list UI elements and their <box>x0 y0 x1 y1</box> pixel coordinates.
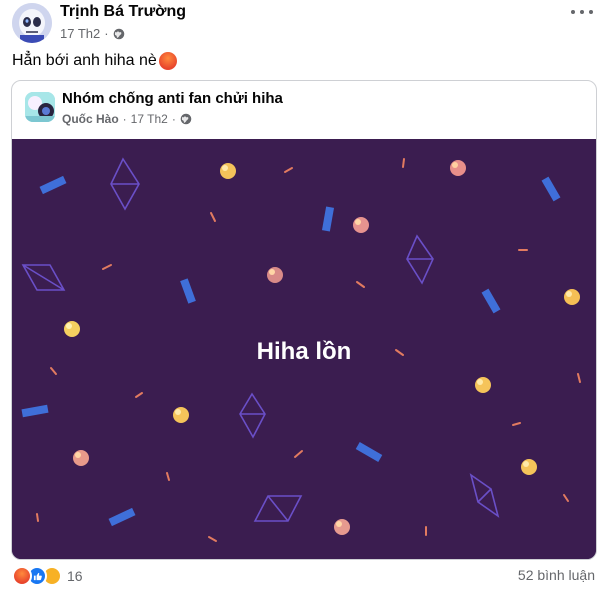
shared-date[interactable]: 17 Th2 <box>131 112 168 126</box>
more-options-button[interactable] <box>571 6 593 18</box>
more-dot-icon <box>571 10 575 14</box>
more-dot-icon <box>589 10 593 14</box>
confetti-background: Hiha lồn <box>12 139 596 559</box>
meta-separator: · <box>171 112 176 126</box>
image-text: Hiha lồn <box>257 338 352 365</box>
angry-reaction-icon <box>12 566 32 586</box>
post-date[interactable]: 17 Th2 <box>60 26 100 41</box>
group-avatar[interactable] <box>25 92 55 122</box>
globe-icon[interactable] <box>113 28 125 40</box>
reactions-summary[interactable]: 16 <box>12 566 83 586</box>
thumbs-up-icon <box>33 572 42 580</box>
globe-icon[interactable] <box>180 113 192 125</box>
meta-separator: · <box>104 26 109 41</box>
caption-text: Hẳn bới anh hiha nè <box>12 52 157 69</box>
author-avatar[interactable] <box>12 3 52 43</box>
group-name[interactable]: Nhóm chống anti fan chửi hiha <box>62 90 283 107</box>
post-caption: Hẳn bới anh hiha nè <box>12 52 177 70</box>
post-meta: 17 Th2 · <box>60 26 125 41</box>
shared-meta: Quốc Hào · 17 Th2 · <box>62 112 192 126</box>
reaction-count[interactable]: 16 <box>67 568 83 584</box>
author-name[interactable]: Trịnh Bá Trường <box>60 3 186 21</box>
shared-author[interactable]: Quốc Hào <box>62 112 119 126</box>
shared-post-card[interactable]: Nhóm chống anti fan chửi hiha Quốc Hào ·… <box>11 80 597 560</box>
more-dot-icon <box>580 10 584 14</box>
skull-avatar-icon <box>12 3 52 43</box>
meta-separator: · <box>122 112 127 126</box>
post-image[interactable]: Hiha lồn <box>12 139 596 559</box>
angry-face-icon <box>158 52 177 70</box>
comments-count[interactable]: 52 bình luận <box>518 567 595 583</box>
group-avatar-icon <box>25 92 55 122</box>
